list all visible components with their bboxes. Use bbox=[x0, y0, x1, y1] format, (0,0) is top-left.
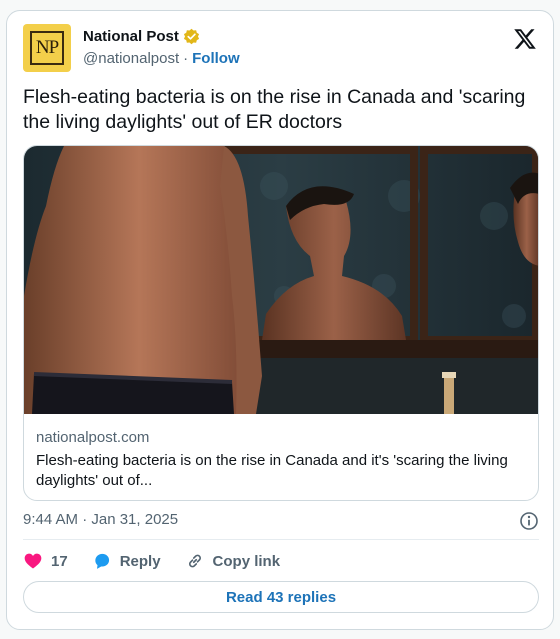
read-replies-button[interactable]: Read 43 replies bbox=[23, 581, 539, 613]
avatar-logo: NP bbox=[30, 31, 64, 65]
reply-button[interactable]: Reply bbox=[92, 551, 161, 571]
like-button[interactable]: 17 bbox=[23, 551, 68, 571]
reply-label: Reply bbox=[119, 552, 161, 570]
copy-link-icon bbox=[188, 554, 201, 568]
link-preview-card[interactable]: nationalpost.com Flesh-eating bacteria i… bbox=[23, 145, 539, 501]
follow-link[interactable]: Follow bbox=[192, 50, 240, 67]
separator: · bbox=[183, 50, 189, 67]
copy-link-label: Copy link bbox=[212, 552, 281, 570]
article-image bbox=[24, 146, 538, 414]
timestamp-row: 9:44 AM · Jan 31, 2025 bbox=[23, 511, 539, 531]
display-name[interactable]: National Post bbox=[83, 28, 179, 45]
link-title: Flesh-eating bacteria is on the rise in … bbox=[36, 452, 508, 489]
info-icon[interactable] bbox=[519, 511, 539, 531]
handle[interactable]: @nationalpost bbox=[83, 50, 179, 67]
x-logo-icon[interactable] bbox=[513, 27, 537, 51]
name-row: National Post bbox=[83, 28, 200, 45]
avatar[interactable]: NP bbox=[23, 24, 71, 72]
heart-icon bbox=[24, 553, 42, 569]
divider bbox=[23, 539, 539, 540]
link-meta: nationalpost.com Flesh-eating bacteria i… bbox=[36, 429, 526, 491]
link-domain: nationalpost.com bbox=[36, 429, 150, 446]
tweet-text: Flesh-eating bacteria is on the rise in … bbox=[23, 86, 526, 133]
verified-badge-icon bbox=[183, 28, 200, 45]
timestamp[interactable]: 9:44 AM · Jan 31, 2025 bbox=[23, 511, 178, 528]
copy-link-button[interactable]: Copy link bbox=[185, 551, 281, 571]
embedded-post-card: NP National Post @nationalpost · Follow … bbox=[6, 10, 554, 630]
action-bar: 17 Reply Copy link bbox=[23, 551, 304, 571]
like-count: 17 bbox=[51, 552, 68, 570]
handle-row: @nationalpost · Follow bbox=[83, 50, 240, 67]
reply-bubble-icon bbox=[95, 553, 109, 569]
